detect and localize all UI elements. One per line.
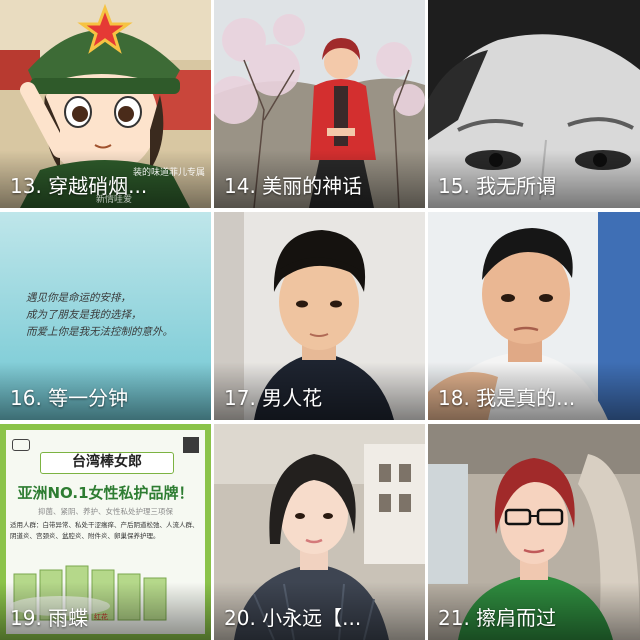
ad-title: 台湾棒女郎 (40, 452, 174, 474)
tile-caption: 13. 穿越硝烟... (10, 174, 148, 198)
album-tile-14[interactable]: 14. 美丽的神话 (214, 0, 425, 208)
album-tile-21[interactable]: 21. 擦肩而过 (428, 424, 640, 640)
album-tile-19[interactable]: 台湾棒女郎 亚洲NO.1女性私护品牌！ 抑菌、紧阴、养护、女性私处护理三项保 适… (0, 424, 211, 640)
brand-seal-icon (183, 437, 199, 453)
quote-text: 遇见你是命运的安排， 成为了朋友是我的选择， 而爱上你是我无法控制的意外。 (26, 290, 196, 341)
album-grid: 装的味道菲儿专属 新情哇爱 13. 穿越硝烟... 14. 美丽的神话 15. … (0, 0, 640, 640)
ad-body: 适用人群：白带异常、私处干涩瘙痒、产后阴道松弛、人流人群、阴道炎、宫颈炎、盆腔炎… (10, 521, 199, 540)
album-tile-20[interactable]: 20. 小永远【... (214, 424, 425, 640)
album-tile-17[interactable]: 17. 男人花 (214, 212, 425, 420)
tile-caption: 16. 等一分钟 (10, 386, 129, 410)
quote-line: 成为了朋友是我的选择， (26, 309, 142, 321)
ad-slogan: 亚洲NO.1女性私护品牌！ (17, 484, 194, 502)
tile-caption: 19. 雨蝶 (10, 606, 89, 630)
brand-logo-icon (12, 439, 30, 451)
tile-caption: 14. 美丽的神话 (224, 174, 363, 198)
tile-caption: 18. 我是真的... (438, 386, 576, 410)
tile-caption: 21. 擦肩而过 (438, 606, 557, 630)
album-tile-16[interactable]: 遇见你是命运的安排， 成为了朋友是我的选择， 而爱上你是我无法控制的意外。 16… (0, 212, 211, 420)
quote-line: 遇见你是命运的安排， (26, 292, 131, 304)
tile-caption: 15. 我无所谓 (438, 174, 557, 198)
album-tile-15[interactable]: 15. 我无所谓 (428, 0, 640, 208)
album-tile-18[interactable]: 18. 我是真的... (428, 212, 640, 420)
album-tile-13[interactable]: 装的味道菲儿专属 新情哇爱 13. 穿越硝烟... (0, 0, 211, 208)
quote-line: 而爱上你是我无法控制的意外。 (26, 326, 173, 338)
ad-subtitle: 抑菌、紧阴、养护、女性私处护理三项保 (38, 507, 173, 516)
tile-caption: 20. 小永远【... (224, 606, 362, 630)
tile-caption: 17. 男人花 (224, 386, 323, 410)
